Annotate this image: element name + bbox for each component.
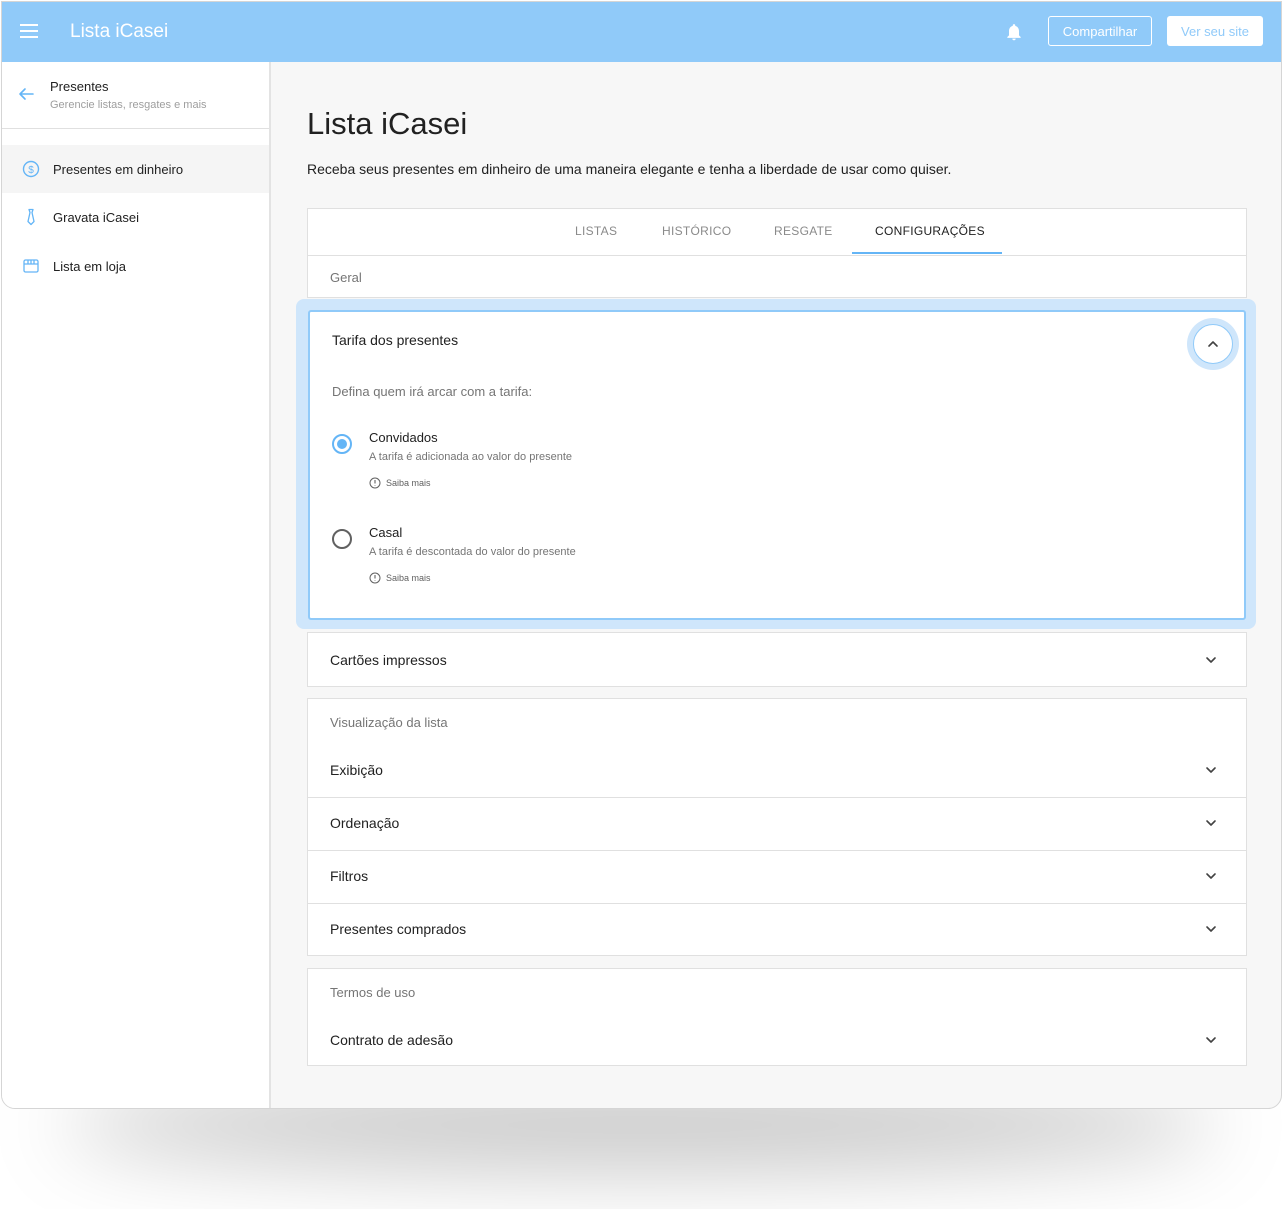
svg-text:$: $ (28, 165, 34, 176)
divider (308, 850, 1246, 851)
sidebar-item-label: Lista em loja (53, 258, 126, 274)
sidebar-item-label: Gravata iCasei (53, 209, 139, 225)
terms-group: Termos de uso Contrato de adesão (307, 968, 1247, 1066)
option-title: Casal (369, 525, 403, 540)
fee-accordion: Tarifa dos presentes Defina quem irá arc… (308, 310, 1246, 620)
sidebar-header[interactable]: Presentes Gerencie listas, resgates e ma… (2, 62, 269, 129)
info-icon (369, 477, 381, 489)
info-icon (369, 572, 381, 584)
chevron-down-icon[interactable] (1204, 816, 1218, 830)
terms-section-label: Termos de uso (330, 985, 416, 1000)
fee-accordion-title[interactable]: Tarifa dos presentes (332, 332, 458, 348)
sorting-accordion-title[interactable]: Ordenação (330, 815, 399, 831)
sidebar: Presentes Gerencie listas, resgates e ma… (2, 62, 271, 1108)
option-description: A tarifa é adicionada ao valor do presen… (369, 451, 573, 463)
arrow-back-icon[interactable] (18, 86, 34, 102)
divider (308, 797, 1246, 798)
dollar-circle-icon: $ (22, 160, 40, 178)
learn-more-link[interactable]: Saiba mais (369, 477, 431, 489)
view-site-button[interactable]: Ver seu site (1167, 16, 1263, 46)
general-section-label: Geral (330, 270, 362, 285)
sidebar-item-tie[interactable]: Gravata iCasei (2, 193, 269, 241)
tab-settings[interactable]: CONFIGURAÇÕES (875, 224, 985, 238)
tab-history[interactable]: HISTÓRICO (662, 224, 731, 238)
active-tab-indicator (852, 252, 1002, 254)
collapse-button[interactable] (1193, 324, 1233, 364)
sidebar-item-cash-gifts[interactable]: $ Presentes em dinheiro (2, 145, 269, 193)
tab-redeem[interactable]: RESGATE (774, 224, 833, 238)
app-title: Lista iCasei (70, 21, 169, 42)
printed-cards-accordion[interactable]: Cartões impressos (307, 632, 1247, 687)
sidebar-subtitle: Gerencie listas, resgates e mais (50, 99, 207, 111)
main-content: Lista iCasei Receba seus presentes em di… (271, 62, 1281, 1108)
fee-hint: Defina quem irá arcar com a tarifa: (332, 384, 533, 399)
divider (308, 903, 1246, 904)
purchased-gifts-accordion-title[interactable]: Presentes comprados (330, 921, 466, 937)
radio-couple[interactable] (332, 529, 352, 549)
share-button[interactable]: Compartilhar (1048, 16, 1152, 46)
page-title: Lista iCasei (307, 106, 468, 141)
tie-icon (22, 208, 40, 226)
tab-bar: LISTAS HISTÓRICO RESGATE CONFIGURAÇÕES (308, 209, 1246, 256)
radio-option-guests[interactable]: Convidados A tarifa é adicionada ao valo… (332, 430, 932, 510)
radio-option-couple[interactable]: Casal A tarifa é descontada do valor do … (332, 525, 932, 605)
chevron-down-icon[interactable] (1204, 1033, 1218, 1047)
chevron-down-icon[interactable] (1204, 763, 1218, 777)
app-window: Lista iCasei Compartilhar Ver seu site P… (1, 1, 1282, 1109)
printed-cards-title: Cartões impressos (330, 652, 447, 668)
bell-icon[interactable] (1004, 22, 1024, 42)
filters-accordion-title[interactable]: Filtros (330, 868, 368, 884)
list-view-section-label: Visualização da lista (330, 715, 448, 730)
menu-icon[interactable] (20, 24, 38, 38)
radio-guests[interactable] (332, 434, 352, 454)
page-description: Receba seus presentes em dinheiro de uma… (307, 161, 952, 177)
sidebar-item-store-list[interactable]: Lista em loja (2, 242, 269, 290)
chevron-down-icon[interactable] (1204, 869, 1218, 883)
option-title: Convidados (369, 430, 438, 445)
learn-more-label: Saiba mais (386, 478, 431, 488)
chevron-down-icon (1206, 657, 1216, 663)
learn-more-link[interactable]: Saiba mais (369, 572, 431, 584)
chevron-down-icon[interactable] (1204, 922, 1218, 936)
learn-more-label: Saiba mais (386, 573, 431, 583)
sidebar-title: Presentes (50, 79, 109, 94)
chevron-up-icon (1208, 341, 1218, 347)
app-bar: Lista iCasei Compartilhar Ver seu site (2, 2, 1281, 62)
store-icon (22, 257, 40, 275)
display-accordion-title[interactable]: Exibição (330, 762, 383, 778)
adhesion-contract-accordion-title[interactable]: Contrato de adesão (330, 1032, 453, 1048)
list-view-group: Visualização da lista Exibição Ordenação… (307, 698, 1247, 956)
sidebar-item-label: Presentes em dinheiro (53, 161, 184, 177)
tab-lists[interactable]: LISTAS (575, 224, 617, 238)
option-description: A tarifa é descontada do valor do presen… (369, 546, 576, 558)
tabs-card: LISTAS HISTÓRICO RESGATE CONFIGURAÇÕES G… (307, 208, 1247, 298)
